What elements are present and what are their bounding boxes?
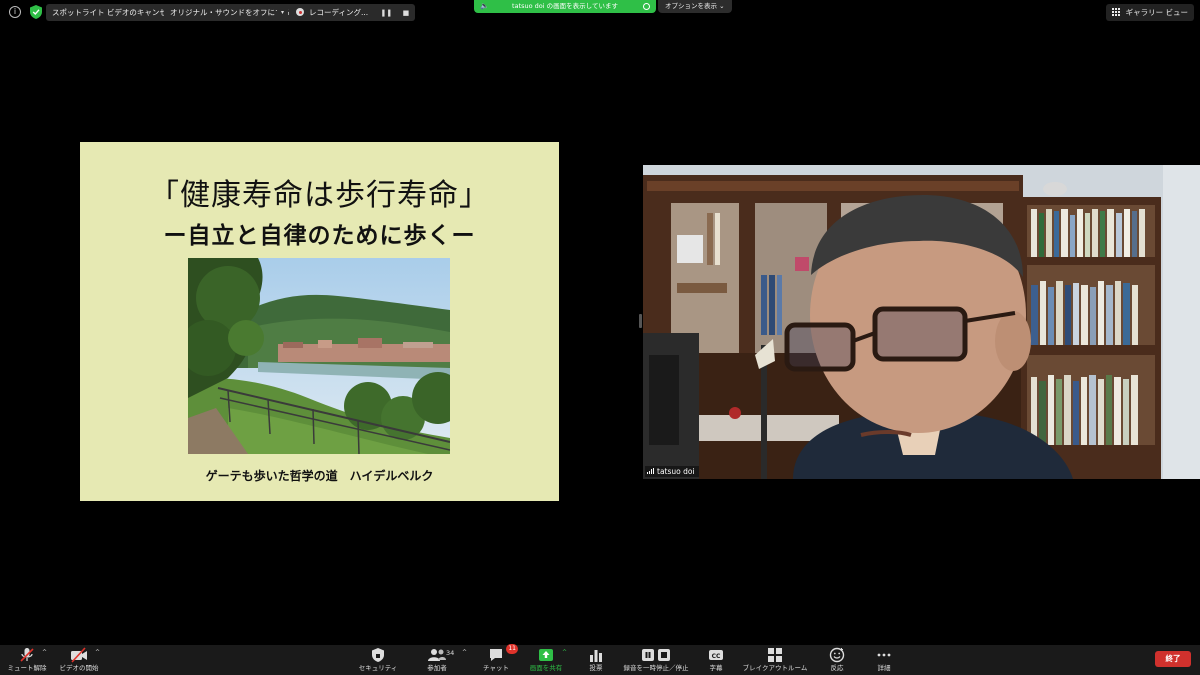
slide-title: 「健康寿命は歩行寿命」	[149, 178, 490, 213]
heidelberg-landscape-photo	[188, 258, 450, 454]
captions-button[interactable]: CC 字幕	[704, 647, 728, 675]
stop-share-icon[interactable]	[643, 3, 650, 10]
participants-options-caret[interactable]: ^	[462, 649, 467, 656]
participants-count: 34	[446, 649, 455, 657]
pause-stop-recording-icon	[642, 649, 670, 661]
end-meeting-button[interactable]: 終了	[1155, 651, 1191, 667]
microphone-muted-icon	[20, 648, 34, 662]
chevron-down-icon: ⌄	[719, 2, 725, 10]
share-screen-button[interactable]: 画面を共有	[528, 647, 564, 675]
meeting-top-bar: i スポットライト ビデオのキャンセル オリジナル・サウンドをオフにする ▾ レ…	[0, 0, 1200, 26]
share-banner-text: tatsuo doi の画面を表示しています	[512, 2, 618, 10]
svg-text:CC: CC	[712, 653, 721, 660]
participant-video[interactable]: tatsuo doi	[643, 165, 1200, 479]
recording-icon	[296, 8, 304, 16]
shield-check-icon[interactable]	[30, 5, 42, 19]
pause-recording-icon[interactable]: ❚❚	[381, 5, 393, 22]
recording-label: レコーディング...	[309, 8, 369, 17]
chat-label: チャット	[483, 664, 509, 672]
gallery-view-label: ギャラリー ビュー	[1125, 8, 1188, 17]
share-screen-icon	[539, 649, 553, 661]
security-label: セキュリティ	[358, 664, 398, 672]
stop-recording-icon[interactable]: ■	[403, 5, 410, 22]
more-dots-icon	[877, 653, 891, 657]
speaker-icon: 🔈	[480, 2, 489, 10]
end-meeting-label: 終了	[1165, 654, 1181, 663]
screen-share-banner: 🔈 tatsuo doi の画面を表示しています	[474, 0, 656, 13]
smiley-reaction-icon	[829, 647, 845, 663]
cancel-spotlight-label: スポットライト ビデオのキャンセル	[52, 8, 175, 17]
original-sound-menu-caret[interactable]: ▾	[277, 4, 288, 21]
polls-label: 投票	[589, 664, 603, 672]
polls-button[interactable]: 投票	[584, 647, 608, 675]
chat-unread-badge: 11	[506, 644, 518, 654]
original-sound-label: オリジナル・サウンドをオフにする	[170, 8, 291, 17]
panel-resize-handle[interactable]	[639, 314, 642, 328]
more-label: 詳細	[877, 664, 891, 672]
recording-control-label: 録音を一時停止／停止	[623, 664, 689, 672]
video-options-caret[interactable]: ^	[95, 649, 100, 656]
share-screen-label: 画面を共有	[529, 664, 563, 672]
grid-icon	[1111, 8, 1120, 16]
slide-subtitle: ー自立と自律のために歩くー	[163, 223, 476, 249]
unmute-label: ミュート解除	[7, 664, 47, 672]
video-camera-off-icon	[71, 647, 87, 663]
gallery-view-button[interactable]: ギャラリー ビュー	[1105, 4, 1194, 21]
shared-screen-slide: 「健康寿命は歩行寿命」 ー自立と自律のために歩くー ゲーテも歩いた哲学の道 ハイ…	[80, 142, 559, 501]
slide-caption: ゲーテも歩いた哲学の道 ハイデルベルク	[205, 469, 434, 483]
breakout-rooms-button[interactable]: ブレイクアウトルーム	[742, 647, 808, 675]
cancel-spotlight-button[interactable]: スポットライト ビデオのキャンセル	[46, 4, 181, 21]
reactions-label: 反応	[830, 664, 844, 672]
more-button[interactable]: 詳細	[872, 647, 896, 675]
recording-control-button[interactable]: 録音を一時停止／停止	[622, 647, 690, 675]
breakout-rooms-label: ブレイクアウトルーム	[742, 664, 808, 672]
signal-strength-icon	[647, 468, 654, 474]
reactions-button[interactable]: 反応	[826, 647, 848, 675]
participants-button[interactable]: 34 参加者	[420, 647, 454, 675]
participant-video-frame	[643, 165, 1200, 479]
recording-status: レコーディング... ❚❚ ■	[290, 4, 416, 22]
closed-captions-icon: CC	[709, 650, 723, 660]
start-video-label: ビデオの開始	[59, 664, 99, 672]
participants-icon	[428, 649, 446, 661]
meeting-controls-toolbar: ミュート解除 ^ ビデオの開始 ^ セキュリティ 34 参加者 ^ 11 チャッ…	[0, 644, 1200, 675]
chat-bubble-icon	[490, 649, 502, 661]
start-video-button[interactable]: ビデオの開始	[58, 647, 100, 675]
security-shield-icon	[372, 648, 384, 662]
participant-name-tag: tatsuo doi	[645, 466, 699, 477]
security-button[interactable]: セキュリティ	[356, 647, 400, 675]
view-options-button[interactable]: オプションを表示 ⌄	[658, 0, 732, 13]
view-options-label: オプションを表示	[665, 2, 717, 10]
breakout-rooms-icon	[768, 648, 782, 662]
captions-label: 字幕	[709, 664, 723, 672]
participant-name: tatsuo doi	[657, 467, 695, 476]
share-options-caret[interactable]: ^	[562, 649, 567, 656]
poll-bar-icon	[590, 650, 602, 662]
meeting-info-icon[interactable]: i	[9, 6, 21, 18]
audio-options-caret[interactable]: ^	[42, 649, 47, 656]
participants-label: 参加者	[427, 664, 447, 672]
chat-button[interactable]: 11 チャット	[480, 644, 518, 675]
